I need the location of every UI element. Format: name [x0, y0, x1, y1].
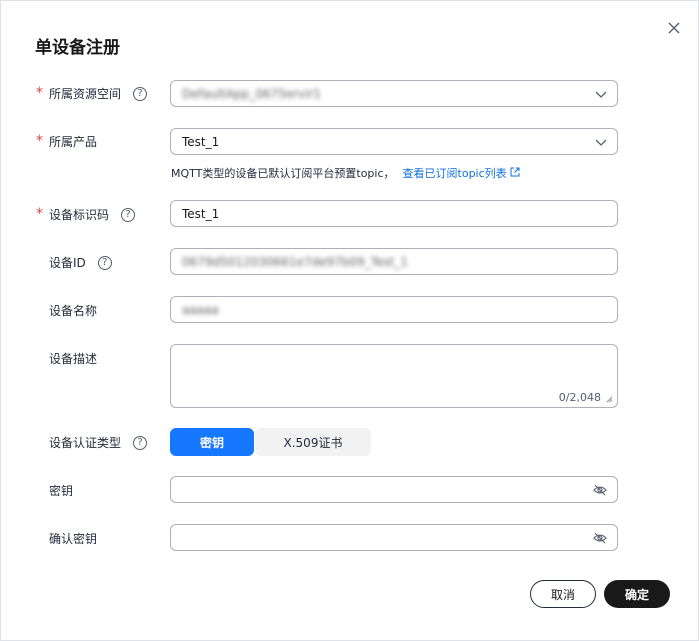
- description-textarea[interactable]: 0/2,048: [170, 344, 618, 408]
- eye-off-icon[interactable]: [593, 532, 607, 544]
- device-name-input[interactable]: aaaaa: [170, 296, 618, 323]
- description-label: 设备描述: [49, 352, 98, 366]
- auth-type-label: 设备认证类型 ?: [49, 434, 148, 451]
- device-id-input[interactable]: 0679d5012030661e7de97b09_Test_1: [170, 248, 618, 275]
- required-mark: *: [36, 85, 43, 101]
- help-icon[interactable]: ?: [121, 207, 136, 222]
- resource-space-select[interactable]: DefaultApp_0675ervir1: [170, 80, 618, 107]
- help-icon[interactable]: ?: [133, 86, 148, 101]
- required-mark: *: [36, 133, 43, 149]
- secret-label: 密钥: [49, 484, 74, 498]
- external-link-icon: [510, 167, 520, 177]
- product-label: 所属产品: [49, 135, 98, 149]
- help-icon[interactable]: ?: [97, 255, 112, 270]
- confirm-secret-label: 确认密钥: [49, 532, 98, 546]
- topic-hint: MQTT类型的设备已默认订阅平台预置topic， 查看已订阅topic列表: [171, 165, 520, 181]
- product-select[interactable]: Test_1: [170, 128, 618, 155]
- device-name-label: 设备名称: [49, 304, 98, 318]
- required-mark: *: [36, 206, 43, 222]
- cancel-button[interactable]: 取消: [530, 580, 596, 608]
- node-id-label: 设备标识码 ?: [49, 206, 136, 223]
- chevron-down-icon: [595, 139, 607, 146]
- confirm-button[interactable]: 确定: [604, 580, 670, 608]
- help-icon[interactable]: ?: [133, 435, 148, 450]
- view-topics-link[interactable]: 查看已订阅topic列表: [403, 167, 521, 180]
- auth-type-secret-option[interactable]: 密钥: [170, 428, 254, 456]
- chevron-down-icon: [595, 91, 607, 98]
- secret-input[interactable]: [170, 476, 618, 503]
- node-id-input[interactable]: Test_1: [170, 200, 618, 227]
- confirm-secret-input[interactable]: [170, 524, 618, 551]
- eye-off-icon[interactable]: [593, 484, 607, 496]
- dialog-title: 单设备注册: [35, 38, 120, 58]
- close-icon[interactable]: [665, 19, 683, 37]
- device-id-label: 设备ID ?: [49, 254, 112, 271]
- resize-handle-icon[interactable]: [606, 396, 613, 403]
- resource-space-label: 所属资源空间 ?: [49, 85, 148, 102]
- auth-type-x509-option[interactable]: X.509证书: [255, 428, 371, 456]
- register-device-dialog: 单设备注册 * 所属资源空间 ? DefaultApp_0675ervir1 *…: [0, 0, 699, 641]
- char-counter: 0/2,048: [558, 391, 601, 404]
